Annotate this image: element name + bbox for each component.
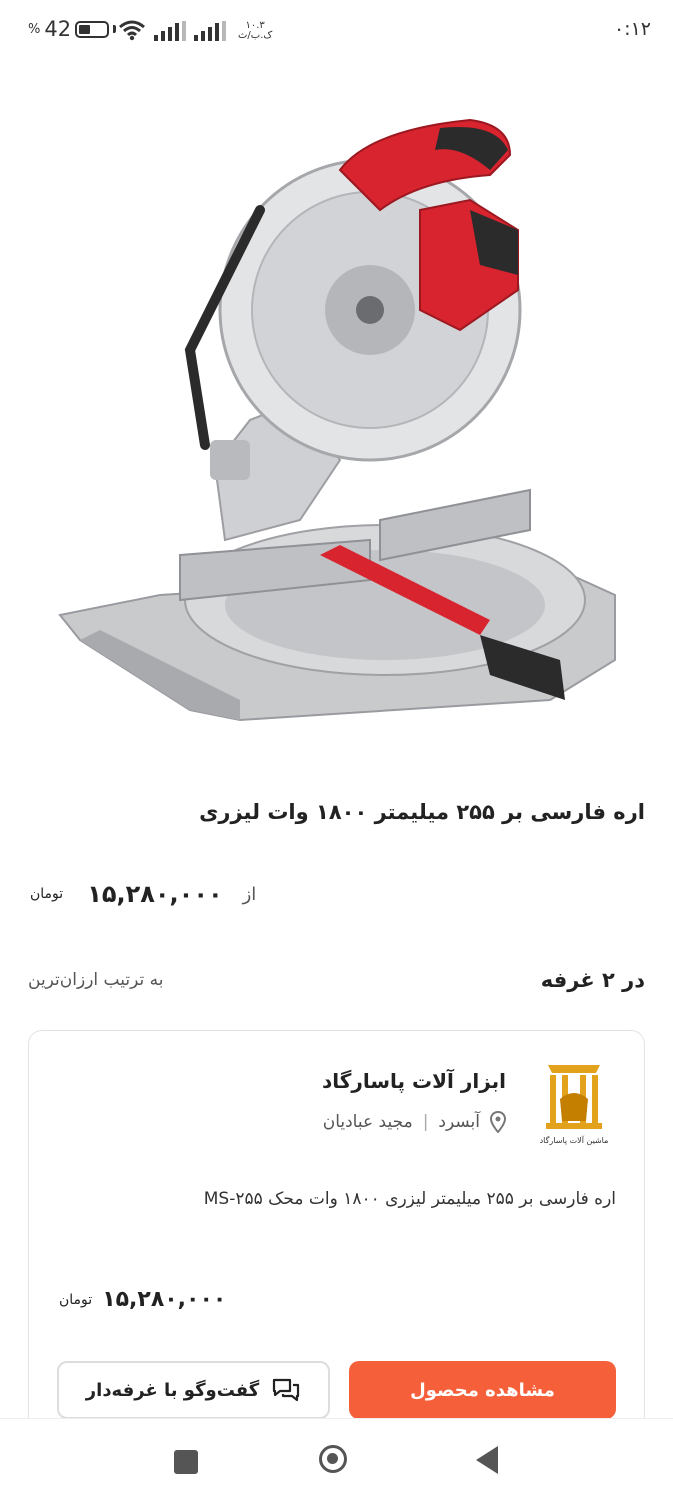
shop-city: آبسرد (438, 1112, 480, 1132)
battery-indicator: % 42 (28, 17, 117, 41)
shops-header: در ۲ غرفه به ترتیب ارزان‌ترین (28, 960, 645, 1000)
shops-count: در ۲ غرفه (540, 968, 645, 992)
product-price-row: از ۱۵,۲۸۰,۰۰۰ تومان (30, 880, 256, 908)
offer-price-row: ۱۵,۲۸۰,۰۰۰ تومان (59, 1287, 226, 1312)
miter-saw-image[interactable] (40, 100, 640, 740)
chat-button-label: گفت‌وگو با غرفه‌دار (85, 1379, 260, 1401)
battery-icon (75, 20, 110, 38)
shop-logo[interactable]: ماشین آلات پاسارگاد (538, 1059, 610, 1151)
network-speed: ۱۰.۳ ک.ب/ث (238, 21, 272, 41)
system-nav-bar (0, 1418, 673, 1501)
view-product-button[interactable]: مشاهده محصول (349, 1361, 616, 1419)
offer-currency: تومان (59, 1291, 93, 1308)
product-title: اره فارسی بر ۲۵۵ میلیمتر ۱۸۰۰ وات لیزری (199, 800, 645, 824)
product-price: ۱۵,۲۸۰,۰۰۰ (87, 880, 223, 908)
signal-icon-sim2 (194, 21, 226, 41)
price-from-label: از (242, 883, 257, 905)
chat-with-seller-button[interactable]: گفت‌وگو با غرفه‌دار (57, 1361, 330, 1419)
battery-percent-sign: % (28, 21, 41, 37)
offer-title: اره فارسی بر ۲۵۵ میلیمتر لیزری ۱۸۰۰ وات … (203, 1189, 616, 1209)
shop-logo-text: ماشین آلات پاسارگاد (540, 1135, 609, 1145)
battery-percent: 42 (44, 17, 72, 41)
sort-selector[interactable]: به ترتیب ارزان‌ترین (28, 970, 163, 990)
shop-owner: مجید عبادیان (322, 1112, 413, 1132)
chat-bubble-icon (273, 1378, 300, 1402)
offer-price: ۱۵,۲۸۰,۰۰۰ (102, 1287, 227, 1312)
recents-square-icon[interactable] (174, 1450, 198, 1474)
shop-name[interactable]: ابزار آلات پاسارگاد (322, 1069, 506, 1093)
meta-separator: | (422, 1112, 429, 1132)
offer-card[interactable]: ماشین آلات پاسارگاد ابزار آلات پاسارگاد … (28, 1030, 645, 1450)
wifi-icon (119, 20, 145, 41)
home-circle-icon[interactable] (319, 1445, 347, 1473)
status-time: ۰:۱۲ (613, 18, 651, 40)
currency-label: تومان (30, 886, 64, 902)
signal-icon-sim1 (154, 21, 186, 41)
network-speed-unit: ک.ب/ث (238, 30, 273, 41)
shop-meta: آبسرد | مجید عبادیان (323, 1111, 506, 1133)
location-pin-icon (490, 1111, 506, 1133)
back-triangle-icon[interactable] (476, 1446, 498, 1474)
status-bar: % 42 ۱۰.۳ ک.ب/ث ۰:۱۲ (0, 0, 673, 62)
